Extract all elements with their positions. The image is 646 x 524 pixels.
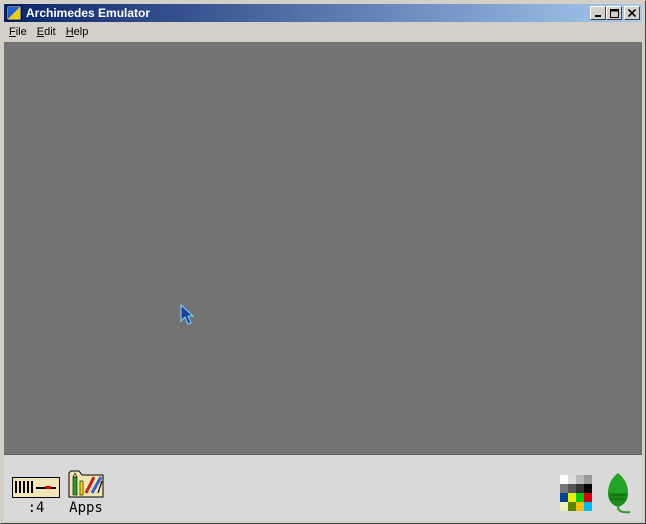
menu-bar: File Edit Help: [4, 23, 642, 41]
menu-edit-mnemonic: E: [36, 26, 45, 38]
menu-file[interactable]: File: [4, 26, 32, 38]
emulator-desktop[interactable]: [4, 42, 642, 454]
apps-label: Apps: [69, 500, 103, 516]
maximize-icon: [609, 8, 619, 18]
menu-edit[interactable]: Edit: [32, 26, 61, 38]
floppy-drive[interactable]: :4: [12, 477, 60, 517]
close-button[interactable]: [624, 6, 640, 20]
menu-help-mnemonic: H: [65, 26, 74, 38]
mouse-pointer-icon: [180, 304, 194, 325]
window-title: Archimedes Emulator: [26, 6, 151, 20]
title-bar[interactable]: Archimedes Emulator: [4, 4, 642, 22]
minimize-icon: [595, 15, 601, 17]
emulator-window: Archimedes Emulator File Edit Help:4 Ap…: [0, 0, 646, 524]
menu-file-mnemonic: F: [9, 26, 16, 38]
apps-folder-icon: [68, 470, 104, 498]
apps-folder[interactable]: Apps: [66, 467, 106, 519]
menu-help[interactable]: Help: [61, 26, 94, 38]
close-icon: [628, 9, 636, 17]
drive-label: :4: [27, 500, 45, 516]
menu-help-label: elp: [73, 26, 89, 38]
acorn-icon[interactable]: [604, 471, 632, 515]
menu-edit-label: dit: [44, 26, 56, 38]
floppy-drive-icon: [12, 477, 60, 498]
maximize-button[interactable]: [606, 6, 622, 20]
minimize-button[interactable]: [590, 6, 606, 20]
palette-icon[interactable]: [560, 475, 592, 511]
icon-bar: :4 Apps: [4, 454, 642, 521]
menu-file-label: ile: [15, 26, 27, 38]
archimedes-app-icon: [6, 5, 22, 21]
window-controls: [590, 6, 640, 20]
